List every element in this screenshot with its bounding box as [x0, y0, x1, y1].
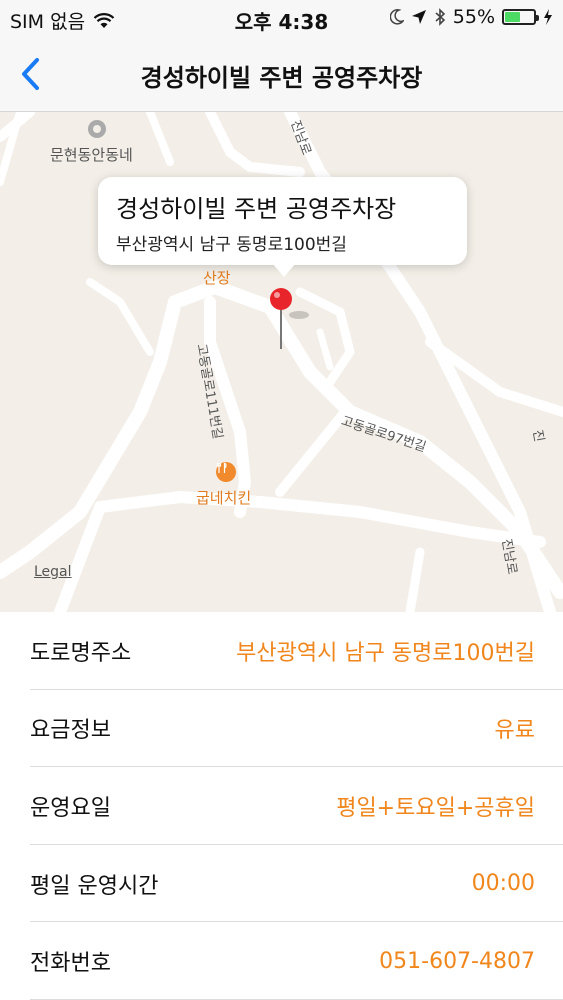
legal-link[interactable]: Legal [34, 564, 72, 580]
info-label: 전화번호 [30, 951, 111, 977]
restaurant-icon [216, 462, 236, 482]
location-arrow-icon [411, 9, 427, 25]
info-value: 00:00 [471, 871, 535, 897]
status-right: 55% [383, 6, 553, 28]
map-label-restaurant: 굽네치킨 [196, 489, 252, 507]
bluetooth-icon [434, 8, 446, 26]
info-label: 운영요일 [30, 795, 111, 821]
info-value[interactable]: 부산광역시 남구 동명로100번길 [236, 635, 535, 667]
info-row-days: 운영요일 평일+토요일+공휴일 [0, 767, 563, 845]
moon-icon [389, 9, 404, 25]
info-list: 도로명주소 부산광역시 남구 동명로100번길 요금정보 유료 운영요일 평일+… [0, 612, 563, 1000]
info-row-phone: 전화번호 051-607-4807 [0, 922, 563, 1000]
battery-percent: 55% [452, 6, 495, 28]
navigation-bar: 경성하이빌 주변 공영주차장 [0, 38, 563, 112]
info-label: 평일 운영시간 [30, 873, 159, 899]
back-button[interactable] [8, 52, 52, 96]
info-row-address: 도로명주소 부산광역시 남구 동명로100번길 [0, 612, 563, 690]
map-callout[interactable]: 경성하이빌 주변 공영주차장 부산광역시 남구 동명로100번길 [98, 177, 467, 265]
phone-link[interactable]: 051-607-4807 [379, 949, 535, 974]
map-pin-icon[interactable] [269, 287, 309, 357]
map-view[interactable]: 문현동안동네 산장 고동골로111번길 고동골로97번길 진남로 진남로 진 굽… [0, 112, 563, 612]
info-row-hours: 평일 운영시간 00:00 [0, 845, 563, 923]
map-label-sanjang: 산장 [203, 269, 231, 287]
info-label: 요금정보 [30, 718, 111, 744]
chevron-left-icon [20, 57, 40, 91]
location-icon [88, 120, 106, 138]
info-value: 평일+토요일+공휴일 [336, 795, 535, 821]
info-label: 도로명주소 [30, 640, 132, 666]
status-bar: SIM 없음 오후 4:38 55% [0, 0, 563, 38]
callout-tail [272, 263, 296, 277]
charging-icon [543, 9, 553, 25]
battery-icon [502, 9, 539, 25]
info-row-fee: 요금정보 유료 [0, 690, 563, 768]
callout-address: 부산광역시 남구 동명로100번길 [116, 235, 347, 255]
info-value: 유료 [494, 718, 535, 744]
map-label-munhyeon: 문현동안동네 [50, 146, 133, 164]
page-title: 경성하이빌 주변 공영주차장 [140, 64, 423, 92]
battery-level [505, 12, 521, 22]
callout-title: 경성하이빌 주변 공영주차장 [116, 195, 397, 223]
